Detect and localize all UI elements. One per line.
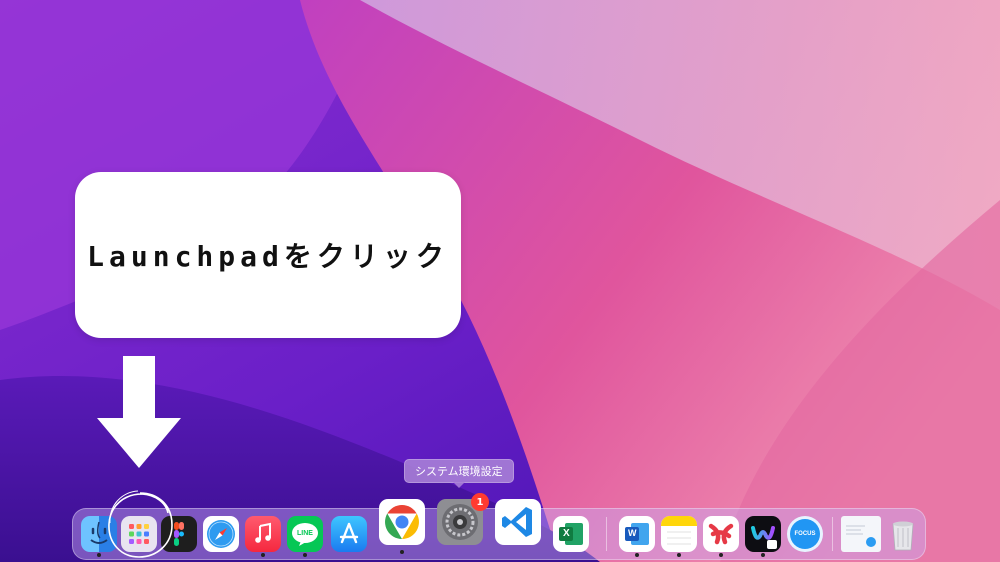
- line-label: LINE: [297, 530, 313, 537]
- dock-divider: [606, 517, 607, 551]
- word-label: W: [628, 528, 637, 538]
- running-indicator: [719, 553, 723, 557]
- app-store-icon: [331, 516, 367, 552]
- chrome-icon: [379, 499, 425, 545]
- dock-item-word[interactable]: W: [619, 516, 655, 557]
- dock-item-vscode[interactable]: [495, 499, 541, 545]
- tooltip-text: システム環境設定: [415, 465, 503, 478]
- music-icon: [245, 516, 281, 552]
- vscode-icon: [495, 499, 541, 545]
- dock-item-notes[interactable]: [661, 516, 697, 557]
- running-indicator: [97, 553, 101, 557]
- dock-item-preview-document[interactable]: [841, 516, 881, 552]
- dock-item-trash[interactable]: [885, 516, 921, 552]
- line-icon: LINE: [287, 516, 323, 552]
- safari-icon: [203, 516, 239, 552]
- trash-icon: [885, 516, 921, 552]
- dock: LINE 1 X W FOCUS: [72, 493, 926, 560]
- running-indicator: [761, 553, 765, 557]
- webex-icon: [745, 516, 781, 552]
- dock-item-webex[interactable]: [745, 516, 781, 557]
- running-indicator: [635, 553, 639, 557]
- instruction-callout: Launchpadをクリック: [75, 172, 461, 338]
- word-icon: W: [619, 516, 655, 552]
- dock-item-xmind[interactable]: [703, 516, 739, 557]
- document-icon: [841, 516, 881, 552]
- excel-icon: X: [553, 516, 589, 552]
- dock-item-music[interactable]: [245, 516, 281, 557]
- instruction-text: Launchpadをクリック: [87, 240, 449, 273]
- running-indicator: [261, 553, 265, 557]
- running-indicator: [677, 553, 681, 557]
- dock-divider: [832, 517, 833, 551]
- running-indicator: [303, 553, 307, 557]
- dock-item-system-preferences[interactable]: 1: [437, 493, 489, 545]
- excel-label: X: [563, 528, 570, 539]
- dock-item-excel[interactable]: X: [553, 516, 589, 552]
- dock-item-focus[interactable]: FOCUS: [787, 516, 823, 552]
- highlight-circle: [108, 490, 173, 558]
- xmind-icon: [703, 516, 739, 552]
- dock-item-line[interactable]: LINE: [287, 516, 323, 557]
- focus-label: FOCUS: [794, 531, 816, 537]
- down-arrow-icon: [97, 356, 181, 468]
- dock-item-chrome[interactable]: [379, 499, 425, 554]
- notes-icon: [661, 516, 697, 552]
- focus-icon: FOCUS: [787, 516, 823, 552]
- dock-tooltip: システム環境設定: [404, 459, 514, 488]
- running-indicator: [400, 550, 404, 554]
- dock-item-safari[interactable]: [203, 516, 239, 552]
- notification-badge: 1: [471, 493, 489, 511]
- dock-item-app-store[interactable]: [331, 516, 367, 552]
